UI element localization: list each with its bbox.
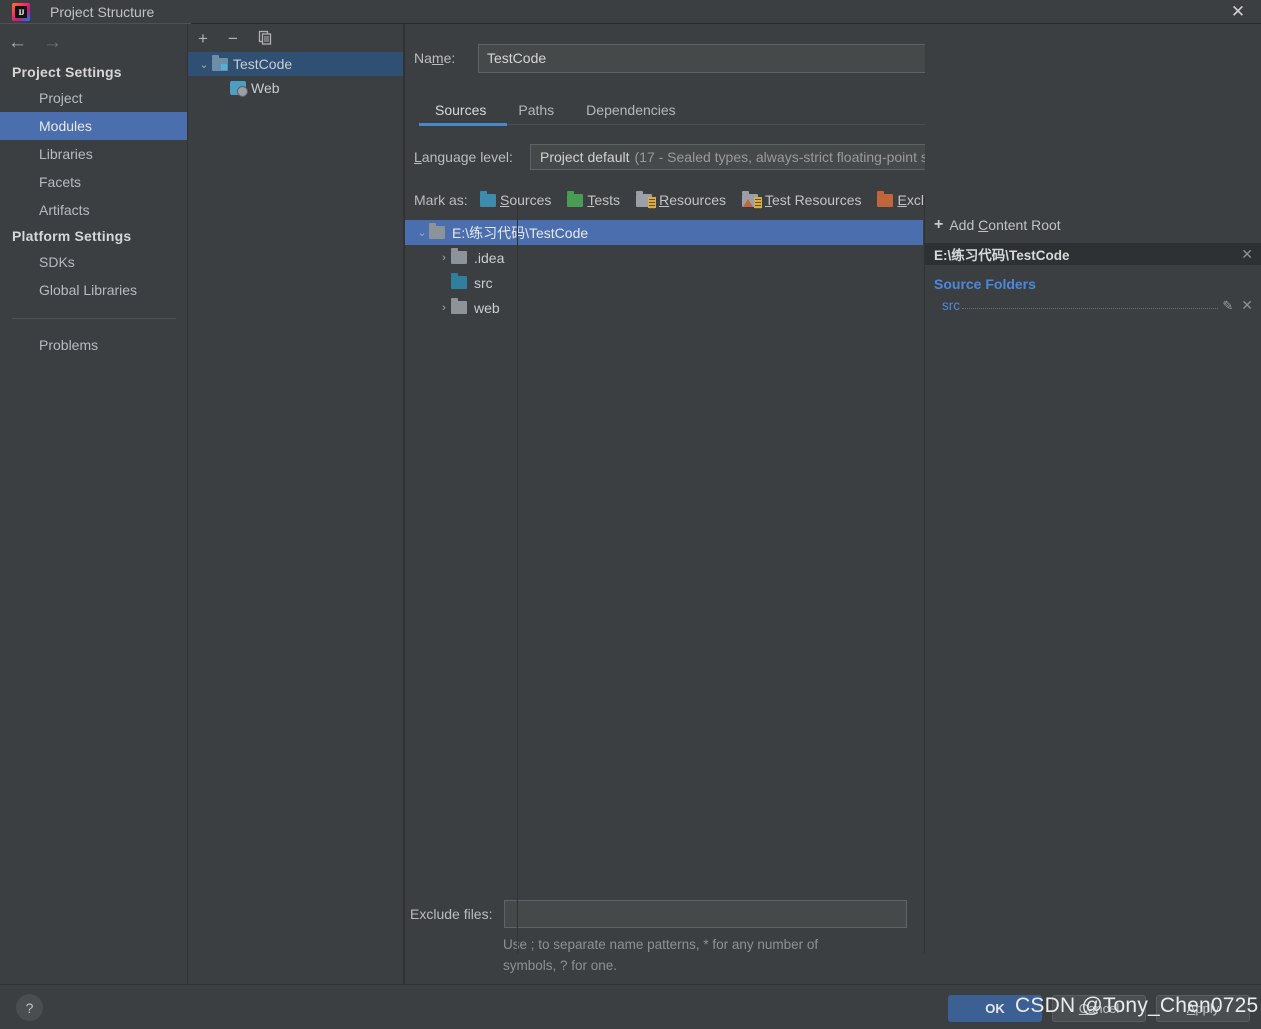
folder-tests-icon <box>567 190 584 207</box>
tab-sources[interactable]: Sources <box>419 95 502 124</box>
tab-active-indicator <box>419 123 507 126</box>
web-facet-icon <box>230 81 248 97</box>
remove-module-icon[interactable]: − <box>228 30 238 47</box>
content-tree-row[interactable]: › web <box>405 295 923 320</box>
mark-as-sources-button[interactable]: Sources <box>480 190 552 208</box>
content-tree-label: src <box>474 274 493 291</box>
exclude-hint-line-1: Use ; to separate name patterns, * for a… <box>503 937 819 952</box>
sidebar-item-libraries[interactable]: Libraries <box>0 140 188 168</box>
chevron-down-icon[interactable]: ⌄ <box>196 58 212 71</box>
content-root-details-panel: + Add Content Root E:\练习代码\TestCode ✕ So… <box>925 24 1261 984</box>
folder-icon <box>451 248 467 264</box>
add-module-icon[interactable]: + <box>198 30 208 47</box>
sidebar-item-project[interactable]: Project <box>0 84 188 112</box>
content-root-path: E:\练习代码\TestCode <box>934 248 1070 263</box>
folder-icon <box>451 298 467 314</box>
sidebar-item-problems[interactable]: Problems <box>0 331 188 359</box>
help-button[interactable]: ? <box>16 994 43 1021</box>
intellij-idea-logo-icon: IJ <box>12 3 30 21</box>
module-icon <box>212 54 228 71</box>
remove-source-folder-icon[interactable]: ✕ <box>1241 297 1253 314</box>
dotted-leader <box>962 299 1219 309</box>
exclude-files-hint: Use ; to separate name patterns, * for a… <box>503 934 903 976</box>
folder-resources-icon <box>636 190 657 209</box>
right-panel-left-border <box>924 196 925 953</box>
content-tree-row[interactable]: src <box>405 270 923 295</box>
sidebar-group-project-settings: Project Settings <box>12 64 122 80</box>
sidebar-divider <box>12 318 176 319</box>
mark-as-resources-label: Resources <box>659 192 726 208</box>
module-tree-label: Web <box>251 80 280 96</box>
chevron-right-icon[interactable]: › <box>437 252 451 264</box>
content-tree-right-border <box>517 196 518 953</box>
remove-content-root-icon[interactable]: ✕ <box>1241 246 1253 263</box>
language-level-value: Project default <box>540 149 630 165</box>
module-tree-label: TestCode <box>233 56 293 72</box>
content-tree-label: E:\练习代码\TestCode <box>452 224 589 241</box>
content-tree-label: .idea <box>474 249 505 266</box>
module-tree-row-web[interactable]: Web <box>188 76 403 100</box>
tab-paths[interactable]: Paths <box>502 95 570 124</box>
window-title: Project Structure <box>50 4 155 20</box>
forward-arrow-icon[interactable]: → <box>43 33 62 52</box>
cancel-button[interactable]: Cancel <box>1052 995 1146 1022</box>
source-folder-row: src ✎ ✕ <box>925 292 1261 314</box>
apply-button[interactable]: Apply <box>1156 995 1250 1022</box>
folder-test-resources-icon <box>742 190 762 209</box>
exclude-files-label: Exclude files: <box>410 906 493 922</box>
tab-dependencies[interactable]: Dependencies <box>570 95 692 124</box>
name-label: Name: <box>414 50 456 66</box>
module-tree-row-testcode[interactable]: ⌄ TestCode <box>188 52 403 76</box>
chevron-down-icon[interactable]: ⌄ <box>415 226 429 239</box>
add-content-root-button[interactable]: + Add Content Root <box>925 211 1261 239</box>
sidebar-item-facets[interactable]: Facets <box>0 168 188 196</box>
exclude-files-row: Exclude files: <box>405 900 907 928</box>
content-tree-row[interactable]: › .idea <box>405 245 923 270</box>
settings-sidebar: ← → Project Settings Project Modules Lib… <box>0 24 188 984</box>
modules-toolbar: + − <box>188 24 403 52</box>
source-folders-title: Source Folders <box>934 276 1036 292</box>
mark-as-sources-label: Sources <box>500 192 552 208</box>
navigation-arrows: ← → <box>0 24 188 60</box>
content-tree-label: web <box>474 299 500 316</box>
ok-button[interactable]: OK <box>948 995 1042 1022</box>
mark-as-label: Mark as: <box>414 192 468 208</box>
plus-icon: + <box>934 216 944 233</box>
close-icon[interactable]: ✕ <box>1215 0 1261 24</box>
add-content-root-label: Add Content Root <box>949 217 1061 233</box>
folder-excluded-icon <box>877 190 894 207</box>
content-root-tree: ⌄ E:\练习代码\TestCode › .idea src › web <box>405 220 923 908</box>
dialog-bottom-bar: ? OK Cancel Apply <box>0 984 1261 1029</box>
title-bar: IJ Project Structure ✕ <box>0 0 1261 24</box>
copy-module-icon[interactable] <box>258 30 273 47</box>
exclude-files-input[interactable] <box>504 900 907 928</box>
content-root-header: E:\练习代码\TestCode ✕ <box>925 243 1261 265</box>
folder-sources-icon <box>451 273 467 289</box>
source-folder-name[interactable]: src <box>942 298 960 313</box>
mark-as-tests-label: Tests <box>587 192 621 208</box>
sidebar-item-artifacts[interactable]: Artifacts <box>0 196 188 224</box>
folder-icon <box>429 223 445 239</box>
chevron-right-icon[interactable]: › <box>437 302 451 314</box>
sidebar-group-platform-settings: Platform Settings <box>12 228 132 244</box>
back-arrow-icon[interactable]: ← <box>8 33 27 52</box>
modules-list-panel: + − ⌄ TestCode Web <box>188 24 404 984</box>
mark-as-tests-button[interactable]: Tests <box>567 190 621 208</box>
mark-as-test-resources-button[interactable]: Test Resources <box>742 190 862 209</box>
mark-as-test-resources-label: Test Resources <box>765 192 862 208</box>
content-tree-row[interactable]: ⌄ E:\练习代码\TestCode <box>405 220 923 245</box>
language-level-label: Language level: <box>414 149 513 165</box>
sidebar-item-global-libraries[interactable]: Global Libraries <box>0 276 188 304</box>
sidebar-item-modules[interactable]: Modules <box>0 112 188 140</box>
exclude-hint-line-2: symbols, ? for one. <box>503 958 618 973</box>
folder-sources-icon <box>480 190 496 207</box>
mark-as-resources-button[interactable]: Resources <box>636 190 726 209</box>
logo-inner-text: IJ <box>15 6 27 18</box>
edit-pencil-icon[interactable]: ✎ <box>1222 298 1233 314</box>
sidebar-item-sdks[interactable]: SDKs <box>0 248 188 276</box>
